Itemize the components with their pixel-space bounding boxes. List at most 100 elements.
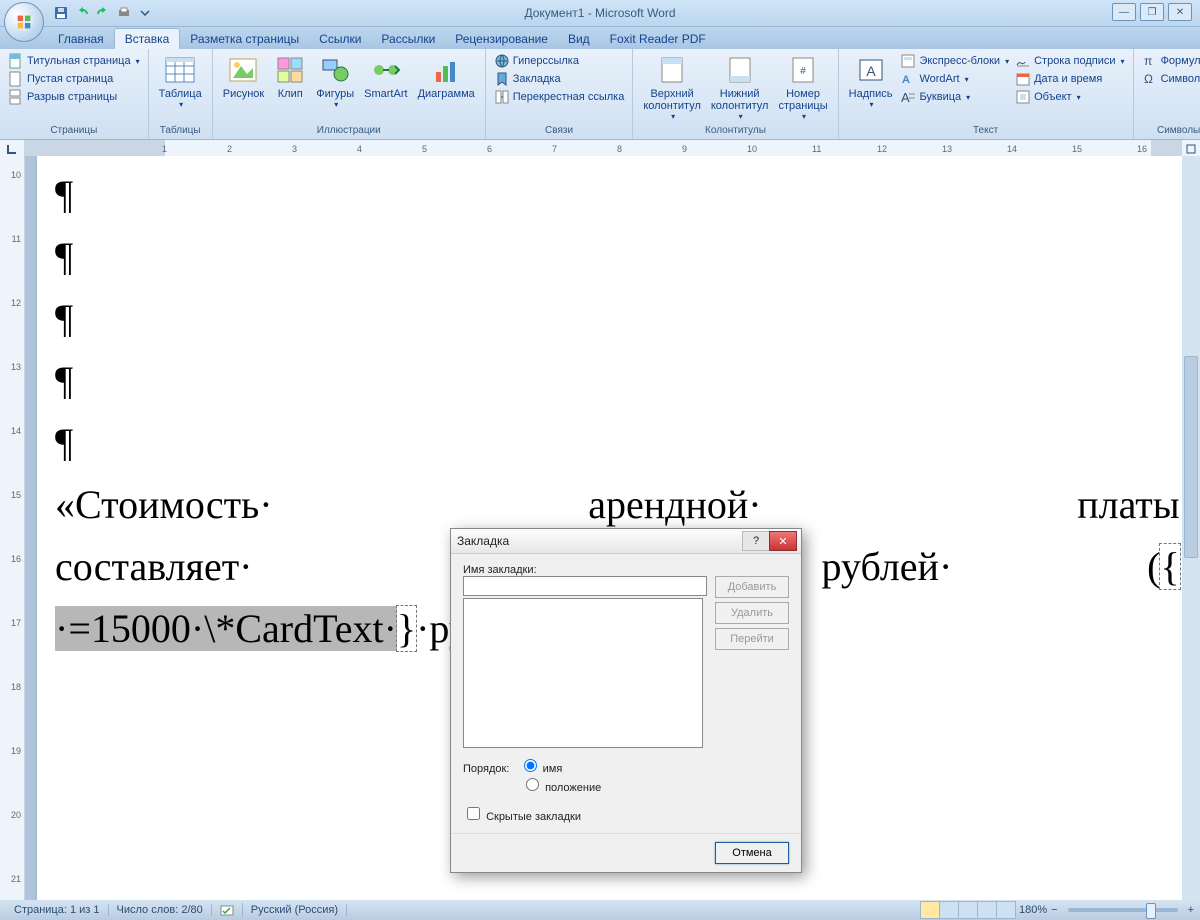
text-box-button[interactable]: AНадпись▾: [845, 52, 897, 111]
group-text: AНадпись▾ Экспресс-блоки▾ AWordArt▾ AБук…: [839, 49, 1134, 139]
svg-text:Ω: Ω: [1144, 72, 1153, 86]
ribbon: Титульная страница▾ Пустая страница Разр…: [0, 49, 1200, 140]
equation-button[interactable]: πФормула▾: [1140, 52, 1200, 70]
field-open-brace: {: [1160, 544, 1179, 589]
delete-button[interactable]: Удалить: [715, 602, 789, 624]
add-button[interactable]: Добавить: [715, 576, 789, 598]
clip-art-button[interactable]: Клип: [270, 52, 310, 102]
paragraph-mark: ¶: [55, 288, 1182, 350]
zoom-slider-thumb[interactable]: [1146, 903, 1156, 919]
group-header-footer: Верхний колонтитул▾ Нижний колонтитул▾ #…: [633, 49, 838, 139]
chart-button[interactable]: Диаграмма: [414, 52, 479, 102]
close-button[interactable]: ✕: [1168, 3, 1192, 21]
group-tables-label: Таблицы: [155, 123, 206, 136]
table-button[interactable]: Таблица▾: [155, 52, 206, 111]
qat-customize-icon[interactable]: [136, 4, 154, 22]
tab-home[interactable]: Главная: [48, 29, 114, 49]
drop-cap-button[interactable]: AБуквица▾: [898, 88, 1011, 106]
svg-text:A: A: [902, 74, 910, 86]
svg-text:π: π: [1144, 54, 1152, 68]
signature-line-button[interactable]: Строка подписи▾: [1013, 52, 1126, 70]
vertical-scrollbar[interactable]: [1182, 156, 1200, 900]
tab-review[interactable]: Рецензирование: [445, 29, 558, 49]
ribbon-tabs: Главная Вставка Разметка страницы Ссылки…: [0, 27, 1200, 49]
view-outline[interactable]: [977, 901, 997, 919]
cross-reference-button[interactable]: Перекрестная ссылка: [492, 88, 627, 106]
page-break-button[interactable]: Разрыв страницы: [6, 88, 142, 106]
svg-text:A: A: [901, 90, 910, 105]
status-word-count[interactable]: Число слов: 2/80: [109, 904, 212, 916]
object-button[interactable]: Объект▾: [1013, 88, 1126, 106]
view-full-screen[interactable]: [939, 901, 959, 919]
order-label: Порядок:: [463, 763, 509, 775]
vertical-ruler[interactable]: 101112131415161718192021: [0, 156, 25, 900]
save-icon[interactable]: [52, 4, 70, 22]
office-button[interactable]: [4, 2, 44, 42]
scrollbar-thumb[interactable]: [1184, 356, 1198, 558]
view-print-layout[interactable]: [920, 901, 940, 919]
zoom-in-button[interactable]: +: [1188, 904, 1194, 916]
hidden-bookmarks-checkbox[interactable]: Скрытые закладки: [463, 811, 581, 823]
tab-mailings[interactable]: Рассылки: [371, 29, 445, 49]
group-hf-label: Колонтитулы: [639, 123, 831, 136]
picture-button[interactable]: Рисунок: [219, 52, 269, 102]
tab-view[interactable]: Вид: [558, 29, 600, 49]
selected-field-code: ·=15000·\*CardText·: [55, 606, 397, 651]
quick-parts-button[interactable]: Экспресс-блоки▾: [898, 52, 1011, 70]
page-number-button[interactable]: #Номер страницы▾: [774, 52, 831, 123]
shapes-button[interactable]: Фигуры▾: [312, 52, 358, 111]
cancel-button[interactable]: Отмена: [715, 842, 789, 864]
title-bar: Документ1 - Microsoft Word — ❐ ✕: [0, 0, 1200, 27]
date-time-button[interactable]: Дата и время: [1013, 70, 1126, 88]
goto-button[interactable]: Перейти: [715, 628, 789, 650]
view-draft[interactable]: [996, 901, 1016, 919]
status-proofing-icon[interactable]: [212, 903, 243, 917]
symbol-button[interactable]: ΩСимвол▾: [1140, 70, 1200, 88]
bookmark-name-input[interactable]: [463, 576, 707, 596]
svg-text:A: A: [866, 63, 876, 79]
bookmark-listbox[interactable]: [463, 598, 703, 748]
tab-page-layout[interactable]: Разметка страницы: [180, 29, 309, 49]
group-tables: Таблица▾ Таблицы: [149, 49, 213, 139]
redo-icon[interactable]: [94, 4, 112, 22]
undo-icon[interactable]: [73, 4, 91, 22]
bookmark-name-label: Имя закладки:: [463, 564, 789, 576]
zoom-slider[interactable]: [1068, 908, 1178, 912]
group-pages: Титульная страница▾ Пустая страница Разр…: [0, 49, 149, 139]
group-symbols: πФормула▾ ΩСимвол▾ Символы: [1134, 49, 1200, 139]
status-bar: Страница: 1 из 1 Число слов: 2/80 Русски…: [0, 900, 1200, 920]
footer-button[interactable]: Нижний колонтитул▾: [707, 52, 773, 123]
blank-page-button[interactable]: Пустая страница: [6, 70, 142, 88]
status-language[interactable]: Русский (Россия): [243, 904, 347, 916]
zoom-out-button[interactable]: −: [1051, 904, 1057, 916]
view-buttons: [920, 901, 1015, 919]
dialog-title: Закладка: [457, 534, 509, 548]
group-text-label: Текст: [845, 123, 1127, 136]
bookmark-button[interactable]: Закладка: [492, 70, 627, 88]
paragraph-mark: ¶: [55, 412, 1182, 474]
order-position-radio[interactable]: положение: [521, 775, 601, 794]
paragraph-mark: ¶: [55, 350, 1182, 412]
dialog-close-button[interactable]: ✕: [769, 531, 797, 551]
smartart-button[interactable]: SmartArt: [360, 52, 411, 102]
order-name-radio[interactable]: имя: [519, 756, 563, 775]
header-button[interactable]: Верхний колонтитул▾: [639, 52, 705, 123]
paragraph-mark: ¶: [55, 226, 1182, 288]
zoom-level[interactable]: 180%: [1019, 904, 1047, 916]
dialog-titlebar[interactable]: Закладка ? ✕: [451, 529, 801, 554]
tab-insert[interactable]: Вставка: [114, 28, 181, 49]
status-page[interactable]: Страница: 1 из 1: [6, 904, 109, 916]
group-illustrations-label: Иллюстрации: [219, 123, 479, 136]
wordart-button[interactable]: AWordArt▾: [898, 70, 1011, 88]
doc-line-1: «Стоимость·арендной·платы·: [55, 474, 1182, 536]
cover-page-button[interactable]: Титульная страница▾: [6, 52, 142, 70]
restore-button[interactable]: ❐: [1140, 3, 1164, 21]
dialog-help-button[interactable]: ?: [742, 531, 769, 551]
tab-references[interactable]: Ссылки: [309, 29, 371, 49]
hyperlink-button[interactable]: Гиперссылка: [492, 52, 627, 70]
minimize-button[interactable]: —: [1112, 3, 1136, 21]
view-web-layout[interactable]: [958, 901, 978, 919]
print-preview-icon[interactable]: [115, 4, 133, 22]
tab-foxit[interactable]: Foxit Reader PDF: [600, 29, 716, 49]
svg-text:#: #: [800, 66, 806, 77]
